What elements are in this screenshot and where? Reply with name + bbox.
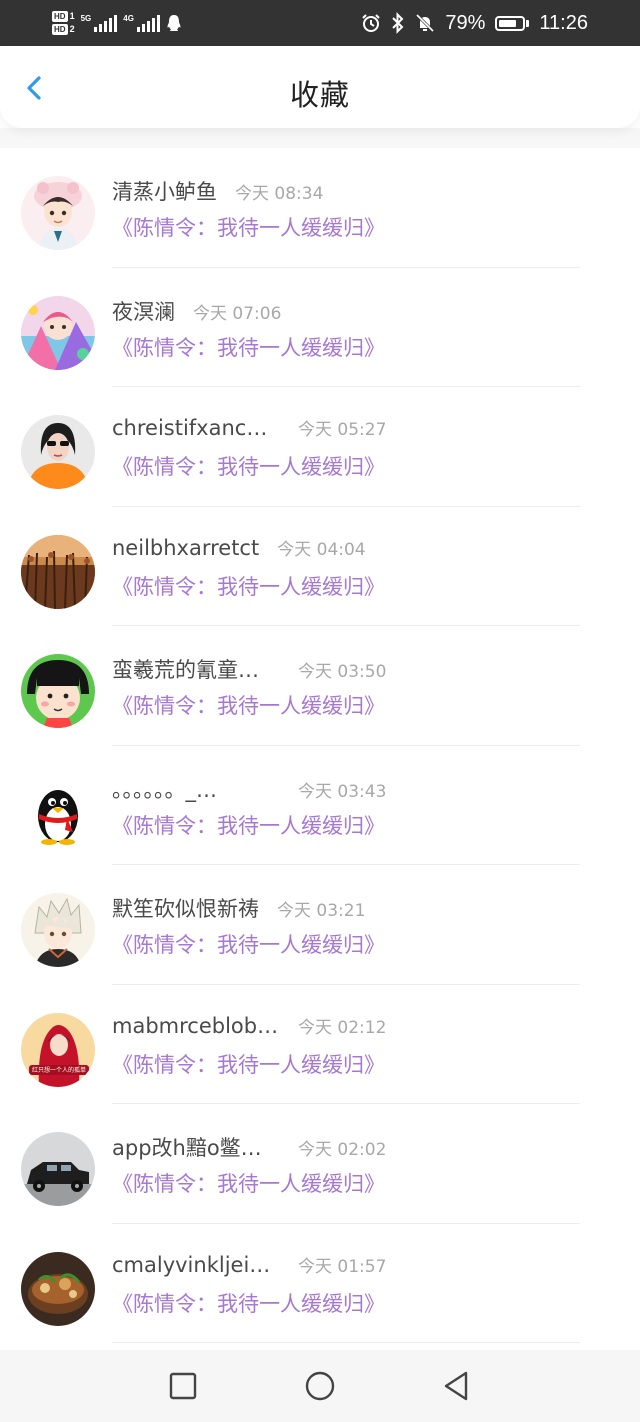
list-item[interactable]: chreistifxancd… 今天 05:27 《陈情令：我待一人缓缓归》	[0, 387, 640, 507]
home-circle-icon[interactable]	[302, 1368, 338, 1404]
avatar[interactable]: 红只想一个人的孤单	[21, 1012, 95, 1087]
user-name: chreistifxancd…	[112, 416, 280, 440]
work-title-link[interactable]: 《陈情令：我待一人缓缓归》	[112, 1049, 385, 1079]
system-nav-bar	[0, 1350, 640, 1422]
list-item[interactable]: 。。。。。。_… 今天 03:43 《陈情令：我待一人缓缓归》	[0, 746, 640, 865]
battery-percent: 79%	[445, 11, 486, 34]
clock: 11:26	[539, 11, 588, 34]
user-name: cmalyvinkljeio…	[112, 1252, 280, 1277]
page-title: 收藏	[289, 78, 350, 112]
bluetooth-icon	[392, 12, 404, 34]
hd-indicator-1: HD 1	[52, 11, 75, 22]
timestamp: 今天 07:06	[193, 303, 282, 324]
timestamp: 今天 04:04	[277, 539, 366, 560]
recent-apps-square-icon[interactable]	[165, 1368, 201, 1404]
signal-5g-icon: 5G	[81, 14, 118, 32]
timestamp: 今天 08:34	[235, 184, 324, 204]
battery-icon	[495, 15, 530, 31]
timestamp: 今天 01:57	[298, 1256, 387, 1277]
avatar[interactable]	[21, 295, 95, 370]
work-title-link[interactable]: 《陈情令：我待一人缓缓归》	[112, 212, 385, 242]
favorites-list: 清蒸小鲈鱼 今天 08:34 《陈情令：我待一人缓缓归》 夜溟澜 今天 07:06 …	[0, 148, 640, 1343]
work-title-link[interactable]: 《陈情令：我待一人缓缓归》	[112, 1168, 385, 1198]
work-title-link[interactable]: 《陈情令：我待一人缓缓归》	[112, 451, 385, 481]
work-title-link[interactable]: 《陈情令：我待一人缓缓归》	[112, 690, 385, 720]
list-item[interactable]: 清蒸小鲈鱼 今天 08:34 《陈情令：我待一人缓缓归》	[0, 148, 640, 268]
work-title-link[interactable]: 《陈情令：我待一人缓缓归》	[112, 571, 385, 601]
timestamp: 今天 05:27	[298, 420, 387, 440]
avatar[interactable]	[21, 176, 95, 250]
timestamp: 今天 02:02	[298, 1140, 387, 1160]
avatar[interactable]	[21, 773, 95, 848]
list-item[interactable]: 蛮羲荒的氰童… 今天 03:50 《陈情令：我待一人缓缓归》	[0, 626, 640, 746]
header-spacer	[0, 128, 640, 148]
avatar[interactable]	[21, 654, 95, 728]
timestamp: 今天 03:21	[277, 901, 366, 921]
work-title-link[interactable]: 《陈情令：我待一人缓缓归》	[112, 929, 385, 959]
header-bar: 收藏	[0, 46, 640, 128]
hd-indicator-2: HD 2	[52, 24, 75, 35]
user-name: 蛮羲荒的氰童…	[112, 658, 259, 682]
user-name: 默笙砍似恨新祷	[112, 897, 259, 921]
list-item[interactable]: 夜溟澜 今天 07:06 《陈情令：我待一人缓缓归》	[0, 268, 640, 387]
timestamp: 今天 03:43	[298, 781, 387, 802]
status-right: 79% 11:26	[361, 0, 588, 46]
list-item[interactable]: 红只想一个人的孤单 mabmrceblob… 今天 02:12 《陈情令：我待一人…	[0, 985, 640, 1104]
list-item[interactable]: app改h黯o鳖… 今天 02:02 《陈情令：我待一人缓缓归》	[0, 1104, 640, 1224]
avatar[interactable]	[21, 534, 95, 609]
user-name: neilbhxarretct	[112, 535, 260, 560]
mute-bell-icon	[416, 13, 435, 33]
status-left: HD 1 HD 2 5G 4G	[52, 6, 182, 40]
alarm-icon	[362, 14, 381, 32]
list-item[interactable]: cmalyvinkljeio… 今天 01:57 《陈情令：我待一人缓缓归》	[0, 1224, 640, 1343]
avatar[interactable]	[21, 415, 95, 489]
user-name: 夜溟澜	[112, 299, 175, 324]
avatar[interactable]	[21, 1132, 95, 1206]
avatar[interactable]	[21, 1251, 95, 1326]
divider	[112, 1342, 580, 1343]
status-bar: HD 1 HD 2 5G 4G 79% 11:26	[0, 0, 640, 46]
timestamp: 今天 03:50	[298, 662, 387, 682]
user-name: 清蒸小鲈鱼	[112, 180, 217, 204]
hd-indicators: HD 1 HD 2	[52, 11, 75, 35]
user-name: app改h黯o鳖…	[112, 1136, 262, 1160]
avatar-badge-text: 红只想一个人的孤单	[32, 1066, 86, 1074]
timestamp: 今天 02:12	[298, 1017, 387, 1038]
qq-penguin-icon	[167, 15, 181, 31]
back-triangle-icon[interactable]	[438, 1368, 474, 1404]
signal-4g-icon: 4G	[123, 14, 160, 32]
work-title-link[interactable]: 《陈情令：我待一人缓缓归》	[112, 332, 385, 362]
work-title-link[interactable]: 《陈情令：我待一人缓缓归》	[112, 810, 385, 840]
avatar[interactable]	[21, 893, 95, 967]
work-title-link[interactable]: 《陈情令：我待一人缓缓归》	[112, 1288, 385, 1318]
user-name: 。。。。。。_…	[112, 777, 217, 802]
battery-fill	[499, 19, 516, 27]
list-item[interactable]: neilbhxarretct 今天 04:04 《陈情令：我待一人缓缓归》	[0, 507, 640, 626]
user-name: mabmrceblob…	[112, 1013, 279, 1038]
list-item[interactable]: 默笙砍似恨新祷 今天 03:21 《陈情令：我待一人缓缓归》	[0, 865, 640, 985]
